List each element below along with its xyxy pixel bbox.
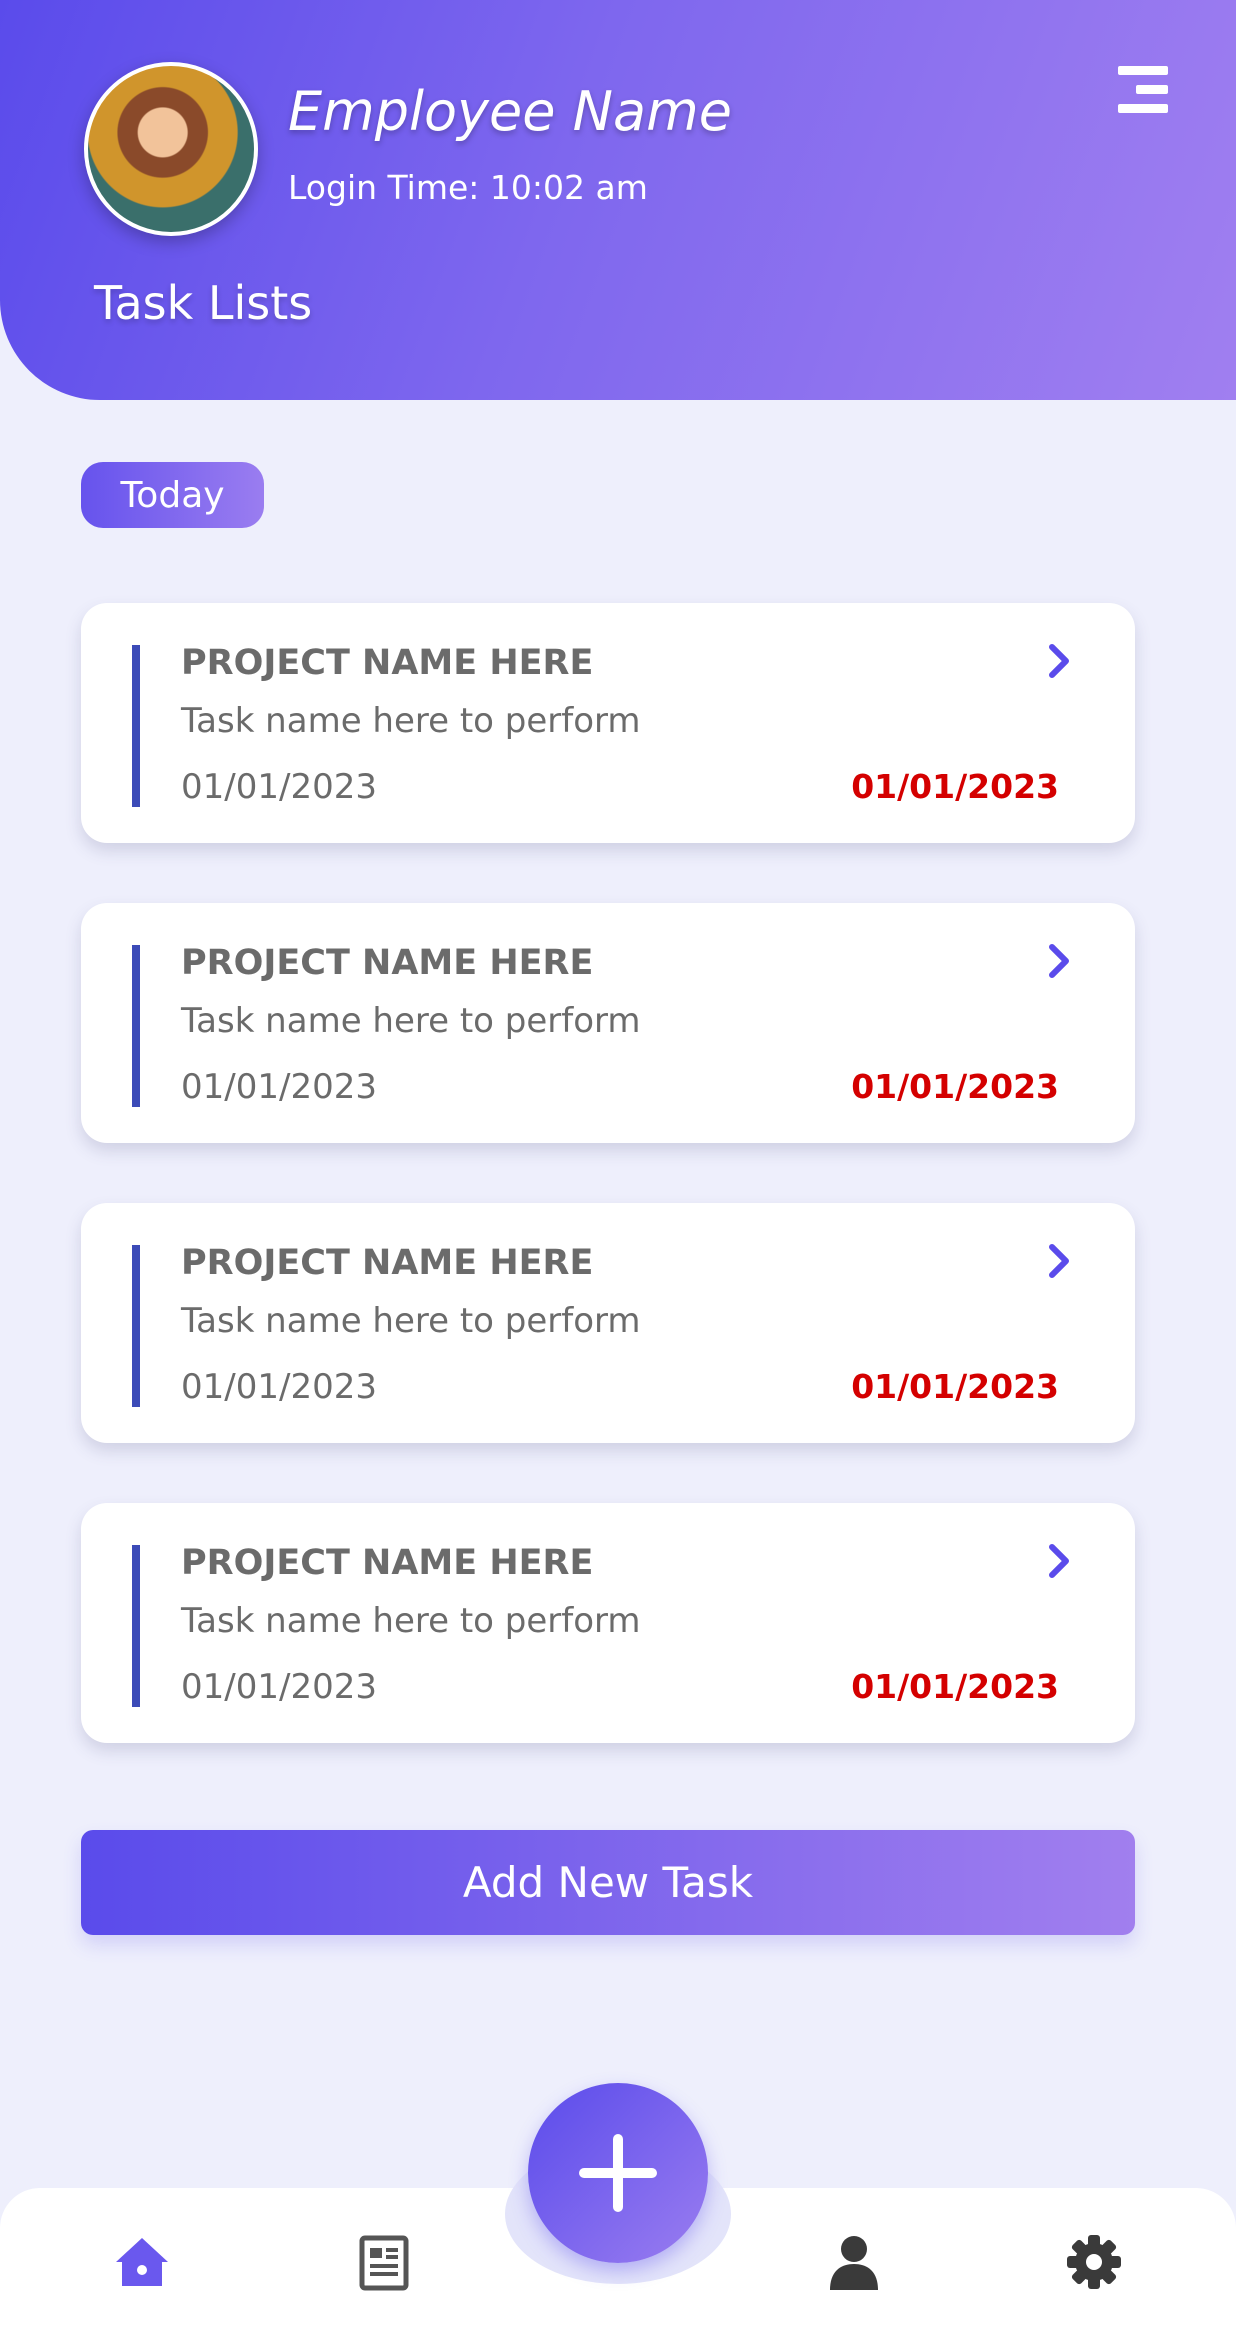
- chevron-right-icon[interactable]: [1045, 1241, 1075, 1281]
- project-name: PROJECT NAME HERE: [181, 943, 594, 983]
- task-accent-bar: [132, 945, 140, 1107]
- task-card[interactable]: PROJECT NAME HERE Task name here to perf…: [81, 1203, 1135, 1443]
- task-name: Task name here to perform: [181, 701, 641, 741]
- home-icon[interactable]: [112, 2232, 172, 2292]
- due-date: 01/01/2023: [851, 1667, 1059, 1706]
- task-accent-bar: [132, 1245, 140, 1407]
- start-date: 01/01/2023: [181, 1667, 377, 1707]
- project-name: PROJECT NAME HERE: [181, 1243, 594, 1283]
- plus-icon: [579, 2134, 657, 2212]
- task-card[interactable]: PROJECT NAME HERE Task name here to perf…: [81, 903, 1135, 1143]
- chevron-right-icon[interactable]: [1045, 641, 1075, 681]
- add-new-task-button[interactable]: Add New Task: [81, 1830, 1135, 1935]
- task-accent-bar: [132, 645, 140, 807]
- due-date: 01/01/2023: [851, 1367, 1059, 1406]
- project-name: PROJECT NAME HERE: [181, 643, 594, 683]
- login-time: Login Time: 10:02 am: [288, 168, 648, 207]
- task-accent-bar: [132, 1545, 140, 1707]
- today-filter-chip[interactable]: Today: [81, 462, 264, 528]
- start-date: 01/01/2023: [181, 767, 377, 807]
- avatar[interactable]: [84, 62, 258, 236]
- project-name: PROJECT NAME HERE: [181, 1543, 594, 1583]
- task-card[interactable]: PROJECT NAME HERE Task name here to perf…: [81, 603, 1135, 843]
- start-date: 01/01/2023: [181, 1067, 377, 1107]
- due-date: 01/01/2023: [851, 767, 1059, 806]
- employee-name: Employee Name: [288, 80, 732, 143]
- task-name: Task name here to perform: [181, 1301, 641, 1341]
- menu-icon[interactable]: [1118, 66, 1168, 116]
- document-icon[interactable]: [354, 2232, 414, 2292]
- chevron-right-icon[interactable]: [1045, 1541, 1075, 1581]
- task-name: Task name here to perform: [181, 1001, 641, 1041]
- due-date: 01/01/2023: [851, 1067, 1059, 1106]
- task-card[interactable]: PROJECT NAME HERE Task name here to perf…: [81, 1503, 1135, 1743]
- start-date: 01/01/2023: [181, 1367, 377, 1407]
- add-fab-button[interactable]: [528, 2083, 708, 2263]
- user-icon[interactable]: [824, 2232, 884, 2292]
- page-title: Task Lists: [94, 276, 313, 330]
- settings-icon[interactable]: [1064, 2232, 1124, 2292]
- task-name: Task name here to perform: [181, 1601, 641, 1641]
- chevron-right-icon[interactable]: [1045, 941, 1075, 981]
